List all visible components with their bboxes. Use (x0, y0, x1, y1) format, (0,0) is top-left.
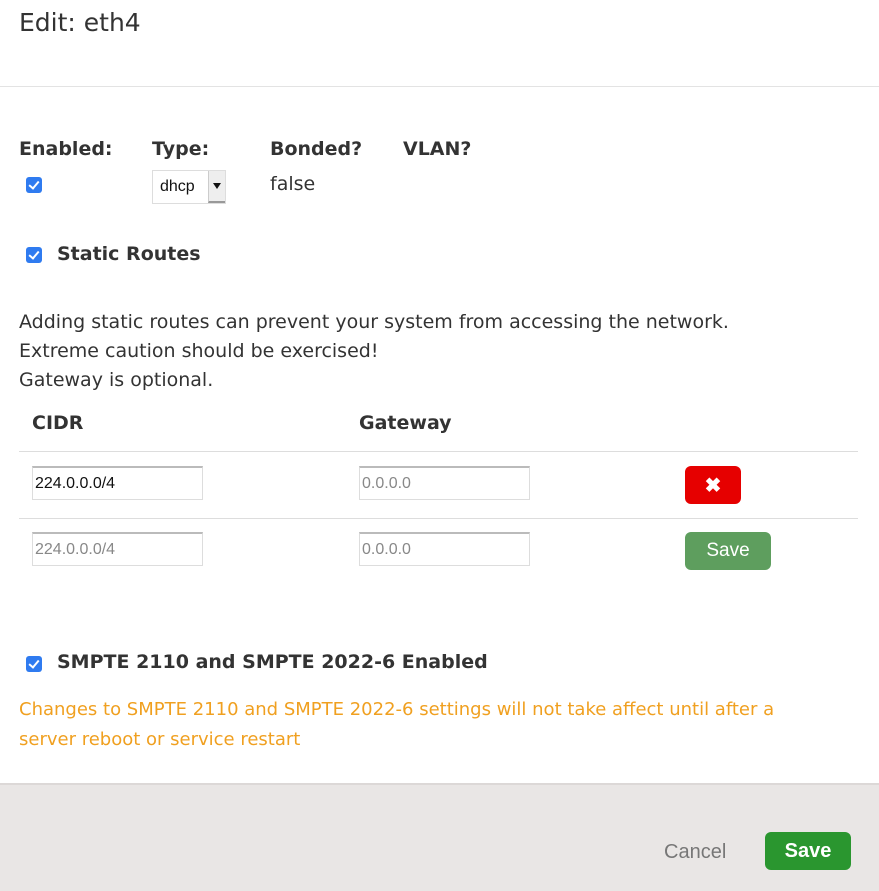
type-select-value: dhcp (160, 178, 195, 195)
gateway-input[interactable] (359, 466, 530, 500)
warning-line: Extreme caution should be exercised! (19, 340, 379, 362)
bonded-label: Bonded? (270, 138, 363, 160)
smpte-label: SMPTE 2110 and SMPTE 2022-6 Enabled (57, 651, 488, 673)
smpte-note: Changes to SMPTE 2110 and SMPTE 2022-6 s… (19, 699, 775, 750)
warning-line: Adding static routes can prevent your sy… (19, 311, 729, 333)
new-cidr-input[interactable] (32, 532, 203, 566)
modal-header: Edit: eth4 (0, 0, 879, 87)
chevron-down-icon (208, 171, 225, 203)
divider (19, 518, 858, 519)
bonded-value: false (270, 173, 316, 195)
modal-footer: Cancel Save (0, 783, 879, 891)
warning-line: Gateway is optional. (19, 369, 214, 391)
delete-route-button[interactable]: ✖ (685, 466, 741, 504)
static-routes-warning: Adding static routes can prevent your sy… (19, 308, 729, 395)
static-routes-label: Static Routes (57, 243, 201, 265)
cidr-input[interactable] (32, 466, 203, 500)
save-route-button[interactable]: Save (685, 532, 771, 570)
divider (19, 451, 858, 452)
vlan-label: VLAN? (403, 138, 472, 160)
column-header-cidr: CIDR (32, 412, 84, 434)
x-icon: ✖ (704, 474, 722, 497)
smpte-checkbox[interactable] (26, 656, 42, 672)
column-header-gateway: Gateway (359, 412, 452, 434)
type-label: Type: (152, 138, 210, 160)
enabled-label: Enabled: (19, 138, 113, 160)
cancel-button[interactable]: Cancel (664, 841, 726, 864)
modal-title: Edit: eth4 (19, 8, 141, 37)
type-select[interactable]: dhcp (152, 170, 226, 204)
static-routes-checkbox[interactable] (26, 247, 42, 263)
save-button[interactable]: Save (765, 832, 851, 870)
new-gateway-input[interactable] (359, 532, 530, 566)
enabled-checkbox[interactable] (26, 177, 42, 193)
